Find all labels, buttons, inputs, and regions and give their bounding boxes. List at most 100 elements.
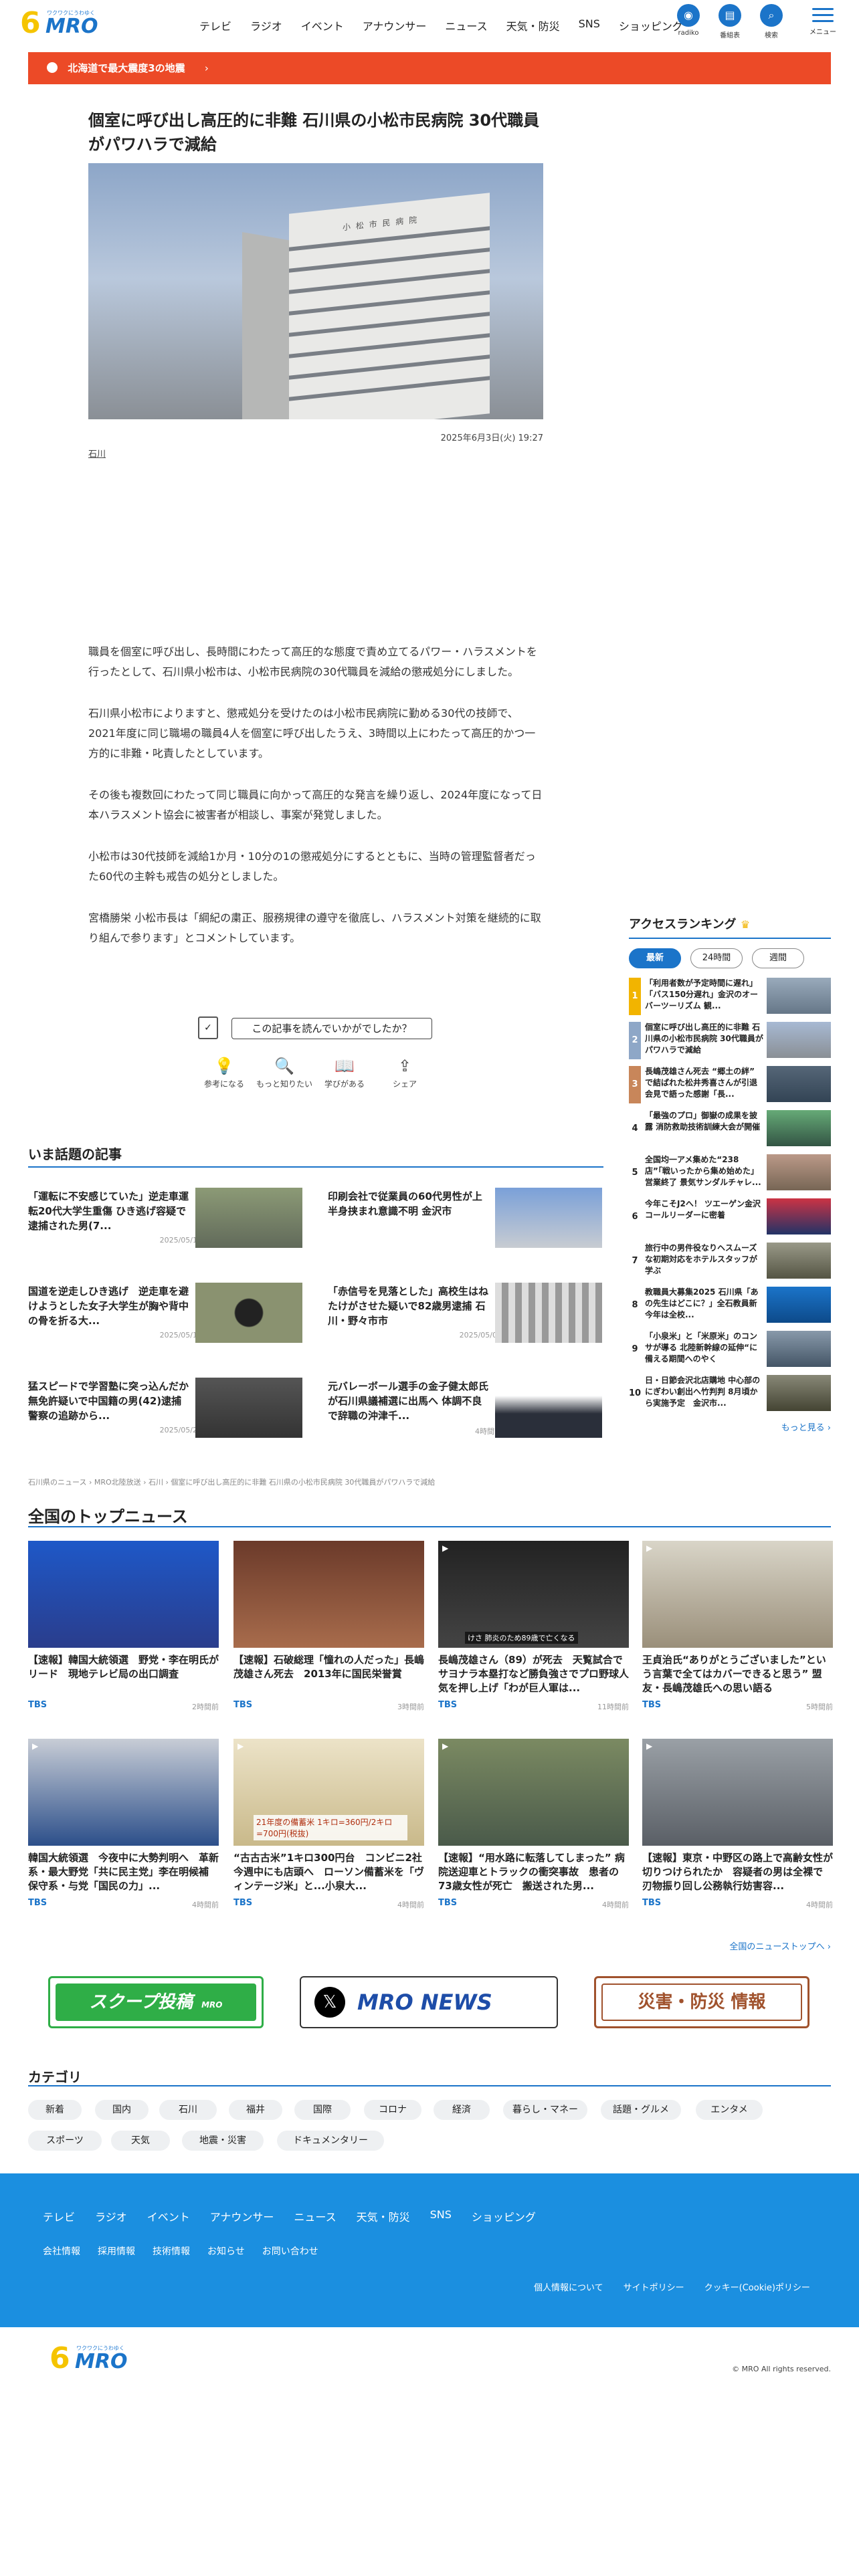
ranking-item[interactable]: 9 「小泉米」と「米原米」のコンサが導る 北陸新幹線の延伸“に備える期間へのやく bbox=[629, 1328, 831, 1372]
footer-policy-link[interactable]: クッキー(Cookie)ポリシー bbox=[704, 2280, 810, 2293]
trending-item[interactable]: 「運転に不安感じていた」逆走車運転20代大学生重傷 ひき逃げ容疑で逮捕された男(… bbox=[28, 1188, 308, 1252]
ranking-item[interactable]: 3 長嶋茂雄さん死去 “郷土の絆” で結ばれた松井秀喜さんが引退会見で語った感謝「… bbox=[629, 1063, 831, 1107]
category-chip[interactable]: 地震・災害 bbox=[182, 2131, 264, 2151]
category-chip[interactable]: エンタメ bbox=[696, 2100, 763, 2120]
trending-item[interactable]: 国道を逆走しひき逃げ 逆走車を避けようとした女子大学生が胸や背中の骨を折る大..… bbox=[28, 1283, 308, 1347]
national-news-card[interactable]: ▶ 【速報】“用水路に転落してしまった” 病院送迎車とトラックの衝突事故 患者の… bbox=[438, 1739, 629, 1923]
menu-button[interactable]: メニュー bbox=[803, 5, 843, 36]
national-news-card[interactable]: ▶ 21年度の備蓄米 1キロ=360円/2キロ=700円(税抜) “古古古米”1… bbox=[233, 1739, 424, 1923]
trending-item[interactable]: 印刷会社で従業員の60代男性が上半身挟まれ意識不明 金沢市 bbox=[328, 1188, 607, 1252]
national-news-card[interactable]: ▶ 王貞治氏“ありがとうございました”という言葉で全てはカバーできると思う” 盟… bbox=[642, 1541, 833, 1725]
footer-nav-link[interactable]: SNS bbox=[430, 2208, 452, 2224]
article-paragraph: 宮橋勝栄 小松市長は「綱紀の粛正、服務規律の遵守を徹底し、ハラスメント対策を継続… bbox=[88, 911, 541, 944]
rank-number: 6 bbox=[632, 1212, 638, 1222]
footer-logo[interactable]: 6 ワクワクにうわゆく MRO bbox=[50, 2343, 136, 2377]
footer-corporate-link[interactable]: お問い合わせ bbox=[262, 2244, 318, 2258]
footer-nav-link[interactable]: イベント bbox=[147, 2208, 190, 2224]
category-chip[interactable]: 経済 bbox=[434, 2100, 490, 2120]
nav-tv[interactable]: テレビ bbox=[199, 17, 231, 33]
share-button[interactable]: ⇪ シェア bbox=[375, 1057, 435, 1089]
ranking-item[interactable]: 8 教職員大募集2025 石川県「あの先生はどこに？」全石教員新 今年は全校... bbox=[629, 1284, 831, 1328]
national-news-card[interactable]: 【速報】韓国大統領選 野党・李在明氏がリード 現地テレビ局の出口調査 TBS 2時… bbox=[28, 1541, 219, 1725]
ranking-thumbnail bbox=[767, 1243, 831, 1279]
nav-sns[interactable]: SNS bbox=[579, 17, 600, 33]
footer-nav-link[interactable]: 天気・防災 bbox=[357, 2208, 410, 2224]
tab-weekly[interactable]: 週間 bbox=[752, 948, 804, 968]
national-news-card[interactable]: ▶ 【速報】東京・中野区の路上で高齢女性が切りつけられたか 容疑者の男は全裸で刃… bbox=[642, 1739, 833, 1923]
nav-radio[interactable]: ラジオ bbox=[250, 17, 282, 33]
trending-heading: いま話題の記事 bbox=[28, 1144, 603, 1168]
ranking-item[interactable]: 7 旅行中の男件役なりヘスムーズな初期対応をホテルスタッフが学ぶ bbox=[629, 1240, 831, 1284]
ranking-more-link[interactable]: もっと見る › bbox=[629, 1420, 831, 1433]
category-chip[interactable]: 新着 bbox=[28, 2100, 82, 2120]
ranking-tabs: 最新 24時間 週間 bbox=[629, 948, 831, 968]
radiko-button[interactable]: ◉ radiko bbox=[668, 4, 709, 39]
footer-nav-link[interactable]: テレビ bbox=[43, 2208, 75, 2224]
category-chip[interactable]: 暮らし・マネー bbox=[503, 2100, 587, 2120]
category-chip[interactable]: ドキュメンタリー bbox=[277, 2131, 384, 2151]
ranking-thumbnail bbox=[767, 1022, 831, 1058]
national-news-card[interactable]: ▶ けさ 肺炎のため89歳で亡くなる 長嶋茂雄さん（89）が死去 天覧試合でサヨ… bbox=[438, 1541, 629, 1725]
earthquake-alert-banner[interactable]: 北海道で最大震度3の地震 › bbox=[28, 52, 831, 84]
scoop-banner[interactable]: スクープ投稿 MRO bbox=[48, 1976, 264, 2028]
reaction-buttons: 💡 参考になる 🔍 もっと知りたい 📖 学びがある ⇪ シェア bbox=[194, 1057, 435, 1089]
footer-nav-link[interactable]: ニュース bbox=[294, 2208, 336, 2224]
category-chip[interactable]: 福井 bbox=[229, 2100, 282, 2120]
news-thumbnail: ▶ bbox=[642, 1739, 833, 1846]
category-chip[interactable]: 石川 bbox=[159, 2100, 217, 2120]
national-news-more-link[interactable]: 全国のニューストップへ › bbox=[709, 1939, 831, 1952]
footer-corporate-link[interactable]: お知らせ bbox=[207, 2244, 245, 2258]
footer-policy-nav: 個人情報について サイトポリシー クッキー(Cookie)ポリシー bbox=[514, 2280, 810, 2293]
ranking-thumbnail bbox=[767, 1331, 831, 1367]
national-news-card[interactable]: ▶ 韓国大統領選 今夜中に大勢判明へ 革新系・最大野党「共に民主党」李在明候補 … bbox=[28, 1739, 219, 1923]
tab-24h[interactable]: 24時間 bbox=[690, 948, 743, 968]
x-logo-icon: 𝕏 bbox=[314, 1987, 345, 2018]
play-icon: ▶ bbox=[442, 1741, 449, 1751]
ranking-thumbnail bbox=[767, 978, 831, 1014]
footer-nav-link[interactable]: アナウンサー bbox=[210, 2208, 274, 2224]
category-chip[interactable]: 話題・グルメ bbox=[601, 2100, 681, 2120]
trending-thumbnail bbox=[195, 1283, 302, 1343]
ranking-item[interactable]: 10 日・日節会沢北店購地 中心部のにぎわい創出へ竹判判 8月頃から実施予定 金沢… bbox=[629, 1372, 831, 1416]
trending-item[interactable]: 元バレーボール選手の金子健太郎氏が石川県議補選に出馬へ 体調不良で辞職の沖津千.… bbox=[328, 1378, 607, 1442]
site-logo[interactable]: 6 ワクワクにうわゆく MRO bbox=[20, 8, 107, 39]
national-news-card[interactable]: 【速報】石破総理「憧れの人だった」長嶋茂雄さん死去 2013年に国民栄誉賞 TB… bbox=[233, 1541, 424, 1725]
schedule-button[interactable]: ▤ 番組表 bbox=[709, 4, 751, 39]
footer-corporate-link[interactable]: 会社情報 bbox=[43, 2244, 80, 2258]
alert-text: 北海道で最大震度3の地震 bbox=[68, 62, 185, 74]
reaction-more-button[interactable]: 🔍 もっと知りたい bbox=[254, 1057, 314, 1089]
category-chip[interactable]: 天気 bbox=[111, 2131, 170, 2151]
mro-news-banner[interactable]: 𝕏 MRO NEWS bbox=[300, 1976, 558, 2028]
footer-nav-link[interactable]: ショッピング bbox=[472, 2208, 536, 2224]
disaster-info-banner[interactable]: 災害・防災 情報 bbox=[594, 1976, 809, 2028]
article-category-link[interactable]: 石川 bbox=[88, 447, 106, 459]
trending-item[interactable]: 「赤信号を見落とした」高校生はねたけがさせた疑いで82歳男逮捕 石川・野々市市 2… bbox=[328, 1283, 607, 1347]
ranking-item[interactable]: 1 「利用者数が予定時間に遅れ」「バス150分遅れ」金沢のオーバーツーリズム 観.… bbox=[629, 975, 831, 1019]
trending-item[interactable]: 猛スピードで学習塾に突っ込んだか 無免許疑いで中国籍の男(42)逮捕 警察の追跡… bbox=[28, 1378, 308, 1442]
search-button[interactable]: ⌕ 検索 bbox=[751, 4, 792, 39]
footer-policy-link[interactable]: 個人情報について bbox=[534, 2280, 603, 2293]
reaction-helpful-button[interactable]: 💡 参考になる bbox=[194, 1057, 254, 1089]
ranking-item[interactable]: 6 今年こそJ2へ！ ツエーゲン金沢 コールリーダーに密着 bbox=[629, 1196, 831, 1240]
nav-weather[interactable]: 天気・防災 bbox=[506, 17, 560, 33]
ranking-item[interactable]: 5 全国均一アメ集めた“238店”「戦いったから集め始めた」営業終了 景気サンダル… bbox=[629, 1152, 831, 1196]
tab-latest[interactable]: 最新 bbox=[629, 948, 681, 968]
nav-event[interactable]: イベント bbox=[301, 17, 344, 33]
footer-corporate-link[interactable]: 技術情報 bbox=[153, 2244, 190, 2258]
footer-policy-link[interactable]: サイトポリシー bbox=[624, 2280, 684, 2293]
category-chip[interactable]: 国際 bbox=[294, 2100, 351, 2120]
share-icon: ⇪ bbox=[397, 1057, 412, 1075]
national-news-heading: 全国のトップニュース bbox=[28, 1503, 831, 1527]
news-thumbnail: ▶ 21年度の備蓄米 1キロ=360円/2キロ=700円(税抜) bbox=[233, 1739, 424, 1846]
ranking-item[interactable]: 4 「最強のプロ」御嶽の成果を披露 消防救助技術訓練大会が開催 bbox=[629, 1107, 831, 1152]
category-chip[interactable]: コロナ bbox=[364, 2100, 421, 2120]
nav-news[interactable]: ニュース bbox=[445, 17, 487, 33]
ranking-item[interactable]: 2 個室に呼び出し高圧的に非難 石川県の小松市民病院 30代職員がパワハラで減給 bbox=[629, 1019, 831, 1063]
footer-nav-link[interactable]: ラジオ bbox=[95, 2208, 127, 2224]
reaction-learn-button[interactable]: 📖 学びがある bbox=[314, 1057, 375, 1089]
nav-announcer[interactable]: アナウンサー bbox=[363, 17, 427, 33]
footer-corporate-link[interactable]: 採用情報 bbox=[98, 2244, 135, 2258]
category-heading: カテゴリ bbox=[28, 2066, 831, 2086]
category-chip[interactable]: スポーツ bbox=[28, 2131, 102, 2151]
category-chip[interactable]: 国内 bbox=[95, 2100, 149, 2120]
